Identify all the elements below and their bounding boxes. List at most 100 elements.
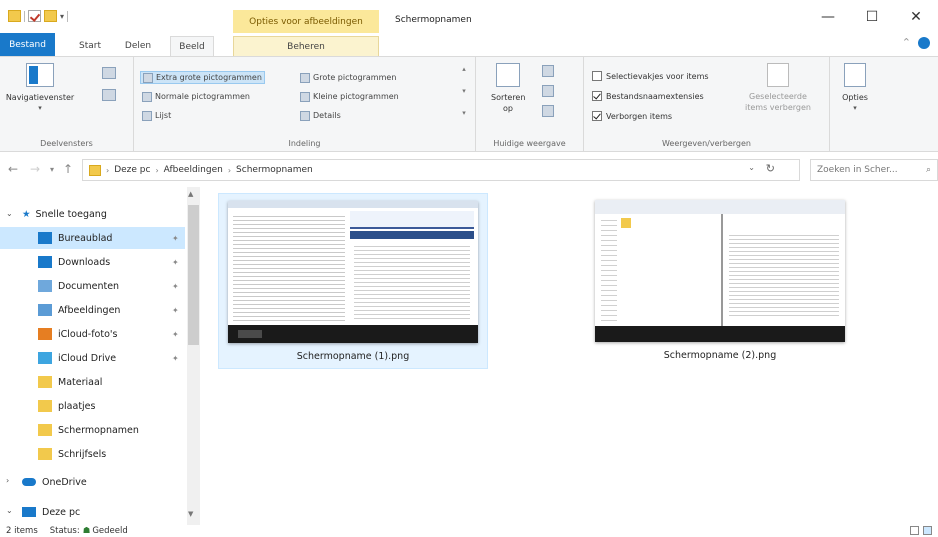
- chevron-right-icon[interactable]: ›: [155, 166, 158, 175]
- breadcrumb-pictures[interactable]: Afbeeldingen: [164, 165, 223, 175]
- chevron-down-icon[interactable]: ⌄: [6, 506, 13, 515]
- file-name: Schermopname (1).png: [296, 351, 410, 362]
- layout-gallery-scroll[interactable]: ▴ ▾ ▾: [459, 65, 469, 117]
- sidebar-item[interactable]: plaatjes: [0, 395, 185, 417]
- search-input[interactable]: Zoeken in Scher...: [817, 165, 898, 175]
- checkbox[interactable]: [592, 71, 602, 81]
- pin-icon[interactable]: ✦: [172, 306, 179, 315]
- sidebar-item[interactable]: Materiaal: [0, 371, 185, 393]
- tab-view[interactable]: Beeld: [170, 36, 214, 56]
- chevron-down-icon[interactable]: ⌄: [6, 209, 13, 218]
- chevron-up-icon[interactable]: ▴: [462, 65, 466, 73]
- nav-pane-button[interactable]: Navigatievenster ▾: [4, 63, 76, 114]
- new-folder-icon[interactable]: [44, 10, 57, 22]
- layout-small-icons[interactable]: Kleine pictogrammen: [298, 90, 401, 103]
- address-bar[interactable]: › Deze pc › Afbeeldingen › Schermopnamen…: [82, 159, 800, 181]
- folder-icon: [38, 400, 52, 412]
- pin-icon[interactable]: ✦: [172, 330, 179, 339]
- nav-this-pc[interactable]: ⌄ Deze pc: [0, 505, 185, 519]
- help-icon[interactable]: [918, 36, 930, 49]
- file-item[interactable]: Schermopname (1).png: [218, 193, 488, 369]
- file-extensions-toggle[interactable]: Bestandsnaamextensies: [592, 91, 704, 101]
- search-box[interactable]: Zoeken in Scher... ⌕: [810, 159, 938, 181]
- preview-pane-button[interactable]: [102, 67, 116, 79]
- pin-icon[interactable]: ✦: [172, 258, 179, 267]
- details-pane-button[interactable]: [102, 89, 116, 101]
- chevron-right-icon[interactable]: ›: [106, 166, 109, 175]
- sidebar-item[interactable]: Schrijfsels: [0, 443, 185, 465]
- chevron-down-icon[interactable]: ⌄: [748, 163, 755, 172]
- sort-icon: [496, 63, 520, 87]
- computer-icon: [22, 507, 36, 517]
- pin-icon[interactable]: ✦: [172, 234, 179, 243]
- sidebar-item[interactable]: Afbeeldingen ✦: [0, 299, 185, 321]
- group-by-button[interactable]: [542, 65, 554, 77]
- recent-locations-icon[interactable]: ▾: [50, 165, 54, 174]
- back-arrow-icon[interactable]: ←: [8, 162, 18, 176]
- layout-list[interactable]: Lijst: [140, 109, 173, 122]
- up-arrow-icon[interactable]: ↑: [63, 162, 73, 176]
- tab-file[interactable]: Bestand: [0, 33, 55, 56]
- chevron-down-icon[interactable]: ▾: [462, 87, 466, 95]
- nav-quick-access[interactable]: ⌄ ★ Snelle toegang: [0, 203, 185, 225]
- tab-share[interactable]: Delen: [118, 36, 158, 56]
- checkbox[interactable]: [592, 91, 602, 101]
- pin-icon[interactable]: ✦: [172, 354, 179, 363]
- options-button[interactable]: Opties ▾: [834, 63, 876, 114]
- item-checkboxes-toggle[interactable]: Selectievakjes voor items: [592, 71, 709, 81]
- sidebar-item[interactable]: Downloads ✦: [0, 251, 185, 273]
- folder-icon[interactable]: [8, 10, 21, 22]
- minimize-button[interactable]: —: [806, 0, 850, 33]
- chevron-right-icon[interactable]: ›: [6, 476, 9, 485]
- hide-selected-icon: [767, 63, 789, 87]
- scroll-down-icon[interactable]: ▼: [188, 510, 193, 518]
- pin-icon[interactable]: ✦: [172, 282, 179, 291]
- tab-home[interactable]: Start: [70, 36, 110, 56]
- sidebar-item[interactable]: iCloud-foto's ✦: [0, 323, 185, 345]
- sidebar-item[interactable]: iCloud Drive ✦: [0, 347, 185, 369]
- chevron-right-icon[interactable]: ›: [228, 166, 231, 175]
- folder-icon: [38, 424, 52, 436]
- add-columns-button[interactable]: [542, 85, 554, 97]
- breadcrumb-screenshots[interactable]: Schermopnamen: [236, 165, 313, 175]
- chevron-down-icon[interactable]: ▾: [60, 12, 64, 21]
- sort-by-button[interactable]: Sorteren op: [484, 63, 532, 114]
- small-icons-icon: [300, 91, 310, 102]
- layout-large-icons[interactable]: Grote pictogrammen: [298, 71, 398, 84]
- scroll-up-icon[interactable]: ▲: [188, 190, 193, 198]
- large-icons-view-icon[interactable]: [923, 526, 932, 535]
- hide-selected-button[interactable]: Geselecteerde items verbergen: [732, 63, 824, 113]
- file-name: Schermopname (2).png: [663, 350, 777, 361]
- layout-medium-icons[interactable]: Normale pictogrammen: [140, 90, 252, 103]
- nav-onedrive[interactable]: › OneDrive: [0, 471, 185, 493]
- forward-arrow-icon[interactable]: →: [30, 162, 40, 176]
- layout-details[interactable]: Details: [298, 109, 343, 122]
- sidebar-item[interactable]: Documenten ✦: [0, 275, 185, 297]
- breadcrumb-this-pc[interactable]: Deze pc: [114, 165, 150, 175]
- sidebar-item-label: Schrijfsels: [58, 448, 107, 460]
- search-icon[interactable]: ⌕: [926, 165, 931, 175]
- sidebar-item[interactable]: Schermopnamen: [0, 419, 185, 441]
- tab-manage[interactable]: Beheren: [233, 36, 379, 56]
- size-columns-button[interactable]: [542, 105, 554, 117]
- properties-icon[interactable]: [28, 10, 41, 22]
- group-label: Deelvensters: [40, 139, 93, 148]
- file-item[interactable]: Schermopname (2).png: [585, 193, 855, 369]
- ribbon: Navigatievenster ▾ Deelvensters Extra gr…: [0, 56, 938, 152]
- collapse-ribbon-icon[interactable]: ⌃: [902, 36, 911, 49]
- sidebar-item-label: iCloud Drive: [58, 352, 117, 364]
- checkbox[interactable]: [592, 111, 602, 121]
- size-columns-icon: [542, 105, 554, 117]
- hidden-items-toggle[interactable]: Verborgen items: [592, 111, 672, 121]
- sidebar-item-label: Documenten: [58, 280, 120, 292]
- details-pane-icon: [102, 89, 116, 101]
- details-view-icon[interactable]: [910, 526, 919, 535]
- nav-scrollbar-thumb[interactable]: [188, 205, 199, 345]
- thumbnail: [595, 200, 845, 342]
- layout-extra-large-icons[interactable]: Extra grote pictogrammen: [140, 71, 265, 84]
- maximize-button[interactable]: ☐: [850, 0, 894, 33]
- close-button[interactable]: ✕: [894, 0, 938, 33]
- sidebar-item[interactable]: Bureaublad ✦: [0, 227, 185, 249]
- refresh-icon[interactable]: ↻: [766, 162, 775, 175]
- expand-gallery-icon[interactable]: ▾: [462, 109, 466, 117]
